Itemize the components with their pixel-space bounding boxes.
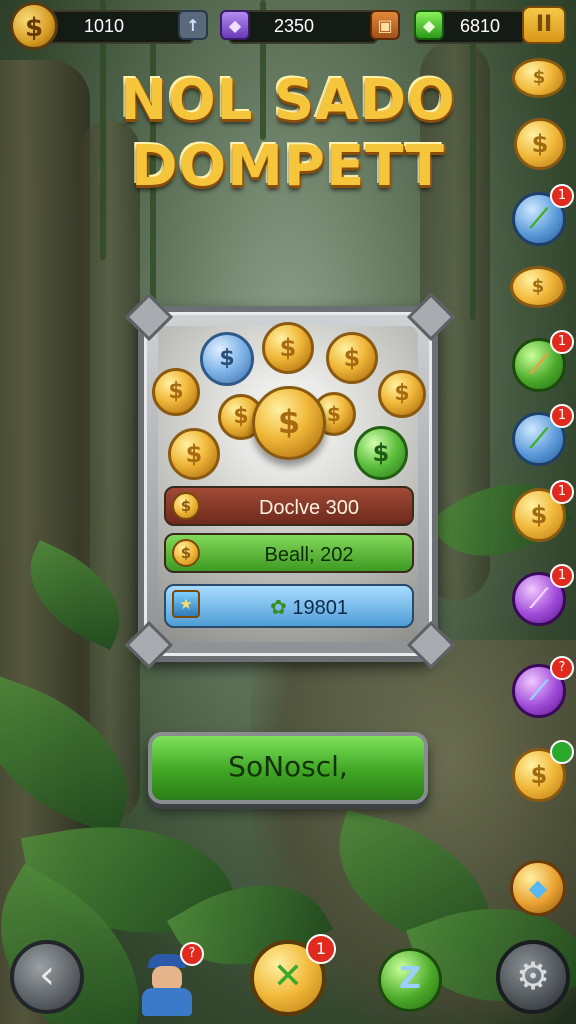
chevron-left-icon: ‹ <box>39 952 55 998</box>
notification-badge: 1 <box>550 564 574 588</box>
crystal-button[interactable]: ◆ <box>510 860 566 916</box>
reward-row-1: $ Doclve 300 <box>164 486 414 526</box>
purple-gem-icon: ◆ <box>220 10 250 40</box>
gold-coin-icon: $ <box>152 368 200 416</box>
notification-badge <box>550 740 574 764</box>
notification-badge: ? <box>180 942 204 966</box>
green-coin-icon: $ <box>354 426 408 480</box>
star-card-icon: ★ <box>172 590 200 618</box>
reward-row-3-text: ✿ 19801 <box>270 597 348 619</box>
boost-button[interactable]: Z <box>378 948 442 1012</box>
gold-coin-icon: $ <box>378 370 426 418</box>
game-title: NOL SADO DOMPETT <box>90 68 486 200</box>
gold-coin-button[interactable]: $ <box>514 118 566 170</box>
back-button[interactable]: ‹ <box>10 940 84 1014</box>
title-line-2: DOMPETT <box>131 134 445 199</box>
pause-button[interactable]: II <box>522 6 566 44</box>
notification-badge: 1 <box>306 934 336 964</box>
gear-icon: ⚙ <box>515 954 551 998</box>
notification-badge: 1 <box>550 480 574 504</box>
sparkle-icon: ✿ <box>270 597 293 619</box>
gold-coin-icon: $ <box>262 322 314 374</box>
reward-row-2-text: Beall; 202 <box>264 544 354 566</box>
settings-button[interactable]: ⚙ <box>496 940 570 1014</box>
green-x-icon: ✕ <box>272 956 304 997</box>
coin-icon: $ <box>172 539 200 567</box>
coin-icon: $ <box>172 492 200 520</box>
pause-icon: II <box>535 12 553 37</box>
coin-count: 1010 <box>84 16 125 36</box>
reward-row-3: ★ ✿ 19801 <box>164 584 414 628</box>
arrow-up-icon[interactable]: ↑ <box>178 10 208 40</box>
emerald-count: 6810 <box>460 16 501 36</box>
green-gem-icon: ◆ <box>414 10 444 40</box>
coin-stack-button[interactable]: $ <box>512 58 566 98</box>
reward-row-1-text: Doclve 300 <box>258 497 360 519</box>
lightning-z-icon: Z <box>399 961 421 996</box>
blue-coin-icon: $ <box>200 332 254 386</box>
gem-counter: 2350 <box>228 10 378 44</box>
collect-button[interactable]: SoNoscl, <box>148 732 428 804</box>
notification-badge: 1 <box>550 184 574 208</box>
large-gold-coin-icon: $ <box>252 386 326 460</box>
dollar-coin-icon: $ <box>10 2 58 50</box>
coin-counter: 1010 <box>40 10 194 44</box>
title-line-1: NOL SADO <box>120 68 456 133</box>
notification-badge: 1 <box>550 404 574 428</box>
gem-count: 2350 <box>274 16 315 36</box>
notification-badge: 1 <box>550 330 574 354</box>
gold-coin-icon: $ <box>326 332 378 384</box>
treasure-chest-icon[interactable]: ▣ <box>370 10 400 40</box>
notification-badge: ? <box>550 656 574 680</box>
top-resource-bar: 1010 $ ↑ 2350 ◆ ▣ 6810 ◆ II <box>0 0 576 50</box>
gold-coin-icon: $ <box>168 428 220 480</box>
reward-row-2: $ Beall; 202 <box>164 533 414 573</box>
hero-body-icon <box>142 988 192 1016</box>
coin-stack-button[interactable]: $ <box>510 266 566 308</box>
